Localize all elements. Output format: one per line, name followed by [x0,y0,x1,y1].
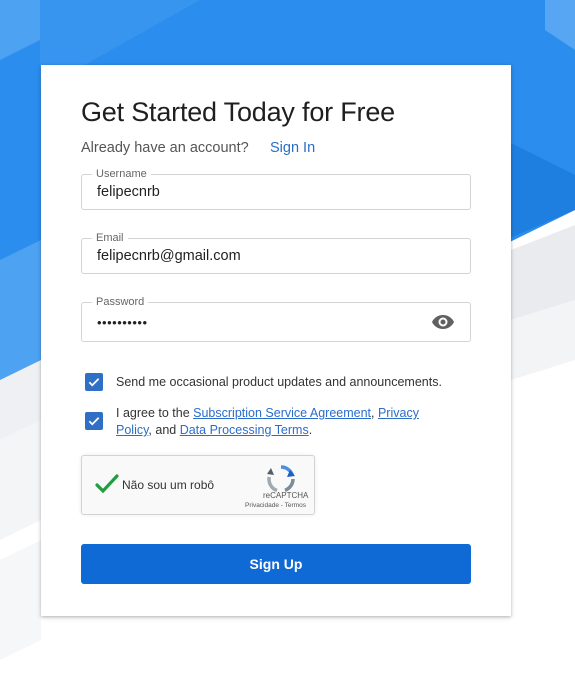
checkmark-icon [88,417,100,426]
recaptcha-label: Não sou um robô [122,478,215,492]
recaptcha-privacy-link[interactable]: Privacidade [245,502,279,509]
subscription-agreement-link[interactable]: Subscription Service Agreement [193,406,371,420]
recaptcha-checkbox-checkmark-icon[interactable] [94,471,120,497]
updates-label: Send me occasional product updates and a… [116,375,442,389]
sign-up-button[interactable]: Sign Up [81,544,471,584]
page-title: Get Started Today for Free [81,97,395,127]
recaptcha-logo-icon [267,465,295,493]
recaptcha-brand: reCAPTCHA [263,491,309,500]
data-processing-terms-link[interactable]: Data Processing Terms [180,423,309,437]
recaptcha-terms-link[interactable]: Termos [285,502,306,509]
agree-sep1: , [371,406,378,420]
recaptcha-links: Privacidade - Termos [245,502,306,509]
username-value: felipecnrb [97,184,160,200]
password-value: •••••••••• [97,314,148,330]
agree-suffix: . [308,423,313,437]
signup-card: Get Started Today for Free Already have … [41,65,511,616]
agree-checkbox[interactable] [85,412,103,430]
already-account-text: Already have an account? [81,140,249,156]
password-field[interactable]: Password •••••••••• [81,295,471,342]
username-field[interactable]: Username felipecnrb [81,167,471,210]
updates-checkbox[interactable] [85,373,103,391]
email-value: felipecnrb@gmail.com [97,248,241,264]
email-field[interactable]: Email felipecnrb@gmail.com [81,231,471,274]
agree-text: I agree to the Subscription Service Agre… [116,405,431,439]
eye-icon[interactable] [431,310,455,334]
agree-sep2: , and [148,423,180,437]
recaptcha-widget: Não sou um robô reCAPTCHA Privacidade - … [81,455,315,515]
checkmark-icon [88,378,100,387]
sign-in-link[interactable]: Sign In [270,140,315,156]
agree-prefix: I agree to the [116,406,194,420]
